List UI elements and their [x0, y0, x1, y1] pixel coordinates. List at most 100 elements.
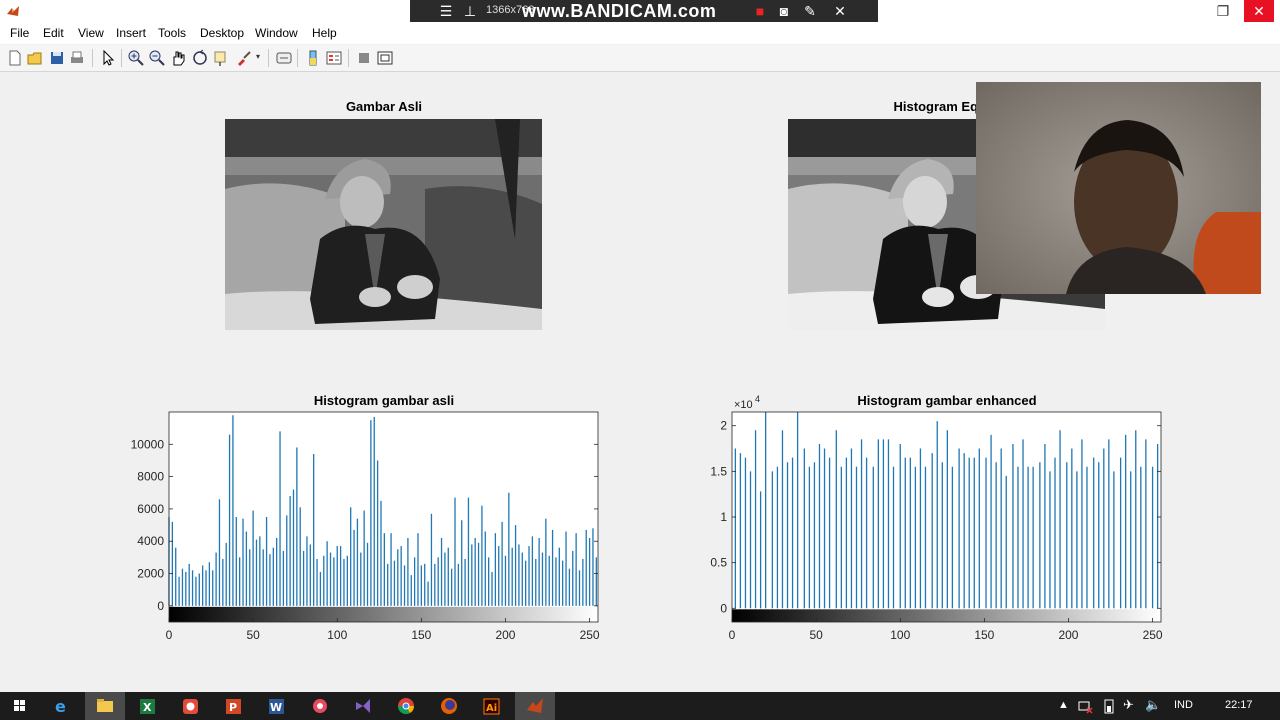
print-icon[interactable] [68, 49, 86, 67]
x-tick-label: 0 [166, 628, 173, 642]
svg-text:P: P [229, 701, 237, 714]
zoom-in-icon[interactable] [127, 49, 145, 67]
pan-icon[interactable] [169, 49, 187, 67]
illustrator-icon[interactable]: Ai [472, 692, 512, 720]
matlab-app-icon [7, 6, 19, 16]
intensity-colorbar [169, 606, 598, 622]
chrome-icon[interactable] [386, 692, 426, 720]
svg-text:X: X [143, 701, 152, 714]
y-tick-label: 2000 [137, 567, 164, 581]
pencil-icon[interactable]: ✎ [802, 3, 818, 19]
tray-expand-icon[interactable]: ▲ [1058, 699, 1069, 711]
new-figure-icon[interactable] [6, 49, 24, 67]
svg-text:Ai: Ai [486, 703, 497, 714]
file-explorer-icon[interactable] [85, 692, 125, 720]
network-icon[interactable] [1077, 698, 1093, 714]
media-icon[interactable] [300, 692, 340, 720]
volume-icon[interactable]: 🔈 [1145, 697, 1161, 713]
figure-canvas: Gambar Asli Histogram Equali Histogram g… [5, 72, 1275, 690]
powerpoint-icon[interactable]: P [214, 692, 254, 720]
matlab-icon[interactable] [515, 692, 555, 720]
open-file-icon[interactable] [26, 49, 44, 67]
menu-tools[interactable]: Tools [158, 26, 186, 40]
word-icon[interactable]: W [257, 692, 297, 720]
camera-icon[interactable]: ◙ [776, 3, 792, 19]
toolbar-separator [92, 49, 93, 67]
menu-window[interactable]: Window [255, 26, 298, 40]
menu-insert[interactable]: Insert [116, 26, 146, 40]
brush-dropdown-icon[interactable]: ▾ [256, 52, 260, 61]
x-tick-label: 150 [411, 628, 431, 642]
toolbar-separator [121, 49, 122, 67]
y-tick-label: 10000 [131, 437, 165, 451]
screen-recorder-icon[interactable] [171, 692, 211, 720]
menu-view[interactable]: View [78, 26, 104, 40]
x-tick-label: 200 [1058, 628, 1078, 642]
airplane-mode-icon[interactable]: ✈ [1123, 697, 1134, 713]
hide-plot-tools-icon[interactable] [355, 49, 373, 67]
window-titlebar: ☰ ⊥ 1366x768 www.BANDICAM.com ■ ◙ ✎ ✕ ❐ … [0, 0, 1280, 23]
recorder-watermark: www.BANDICAM.com [522, 1, 717, 21]
y-tick-label: 0 [157, 599, 164, 613]
pin-icon[interactable]: ⊥ [462, 3, 478, 19]
internet-explorer-icon[interactable]: e [42, 692, 82, 720]
close-overlay-icon[interactable]: ✕ [832, 3, 848, 19]
menu-edit[interactable]: Edit [43, 26, 64, 40]
clock[interactable]: 22:17 [1225, 699, 1253, 711]
menu-help[interactable]: Help [312, 26, 337, 40]
y-tick-label: 4000 [137, 534, 164, 548]
battery-icon[interactable] [1103, 698, 1115, 714]
zoom-out-icon[interactable] [148, 49, 166, 67]
colorbar-icon[interactable] [304, 49, 322, 67]
toolbar-separator [348, 49, 349, 67]
brush-icon[interactable] [235, 49, 253, 67]
x-tick-label: 150 [974, 628, 994, 642]
y-tick-label: 0 [720, 601, 727, 615]
toolbar-separator [297, 49, 298, 67]
y-tick-label: 2 [720, 419, 727, 433]
x-tick-label: 0 [729, 628, 736, 642]
hist-original-plot: 0 2000 4000 6000 8000 10000 0 50 100 150 200 250 [131, 411, 600, 642]
x-tick-label: 100 [327, 628, 347, 642]
menu-lines-icon[interactable]: ☰ [438, 3, 454, 19]
y-tick-label: 8000 [137, 470, 164, 484]
rotate-3d-icon[interactable] [191, 49, 209, 67]
show-plot-tools-icon[interactable] [376, 49, 394, 67]
visual-studio-icon[interactable] [343, 692, 383, 720]
webcam-overlay [976, 82, 1261, 294]
y-axis-multiplier: ×10 [734, 399, 753, 411]
y-tick-label: 0.5 [710, 556, 727, 570]
menu-bar: File Edit View Insert Tools Desktop Wind… [0, 22, 1280, 44]
edit-plot-icon[interactable] [99, 49, 117, 67]
toolbar-separator [268, 49, 269, 67]
excel-icon[interactable]: X [128, 692, 168, 720]
x-tick-label: 50 [246, 628, 260, 642]
firefox-icon[interactable] [429, 692, 469, 720]
original-image [225, 119, 542, 330]
language-indicator[interactable]: IND [1174, 699, 1193, 711]
close-button[interactable]: ✕ [1244, 0, 1274, 22]
y-axis-exponent: 4 [755, 394, 760, 404]
data-cursor-icon[interactable] [212, 49, 230, 67]
save-icon[interactable] [48, 49, 66, 67]
x-tick-label: 200 [495, 628, 515, 642]
recorder-overlay-bar: ☰ ⊥ 1366x768 www.BANDICAM.com ■ ◙ ✎ ✕ [410, 0, 878, 22]
record-stop-icon[interactable]: ■ [752, 3, 768, 19]
windows-taskbar: e X P W Ai ▲ ✈ 🔈 IND 22:17 [0, 692, 1280, 720]
menu-desktop[interactable]: Desktop [200, 26, 244, 40]
menu-file[interactable]: File [10, 26, 29, 40]
x-tick-label: 50 [809, 628, 823, 642]
original-image-title: Gambar Asli [345, 99, 423, 114]
restore-button[interactable]: ❐ [1208, 0, 1238, 22]
legend-icon[interactable] [325, 49, 343, 67]
x-tick-label: 250 [1143, 628, 1163, 642]
windows-start-icon[interactable] [0, 692, 40, 720]
y-tick-label: 1 [720, 510, 727, 524]
link-plot-icon[interactable] [275, 49, 293, 67]
x-tick-label: 250 [580, 628, 600, 642]
y-tick-label: 1.5 [710, 464, 727, 478]
svg-text:e: e [55, 697, 66, 716]
y-tick-label: 6000 [137, 502, 164, 516]
hist-enhanced-plot: 0 0.5 1 1.5 2 0 50 100 150 200 250 ×10 4 [710, 394, 1163, 642]
intensity-colorbar [732, 609, 1161, 622]
